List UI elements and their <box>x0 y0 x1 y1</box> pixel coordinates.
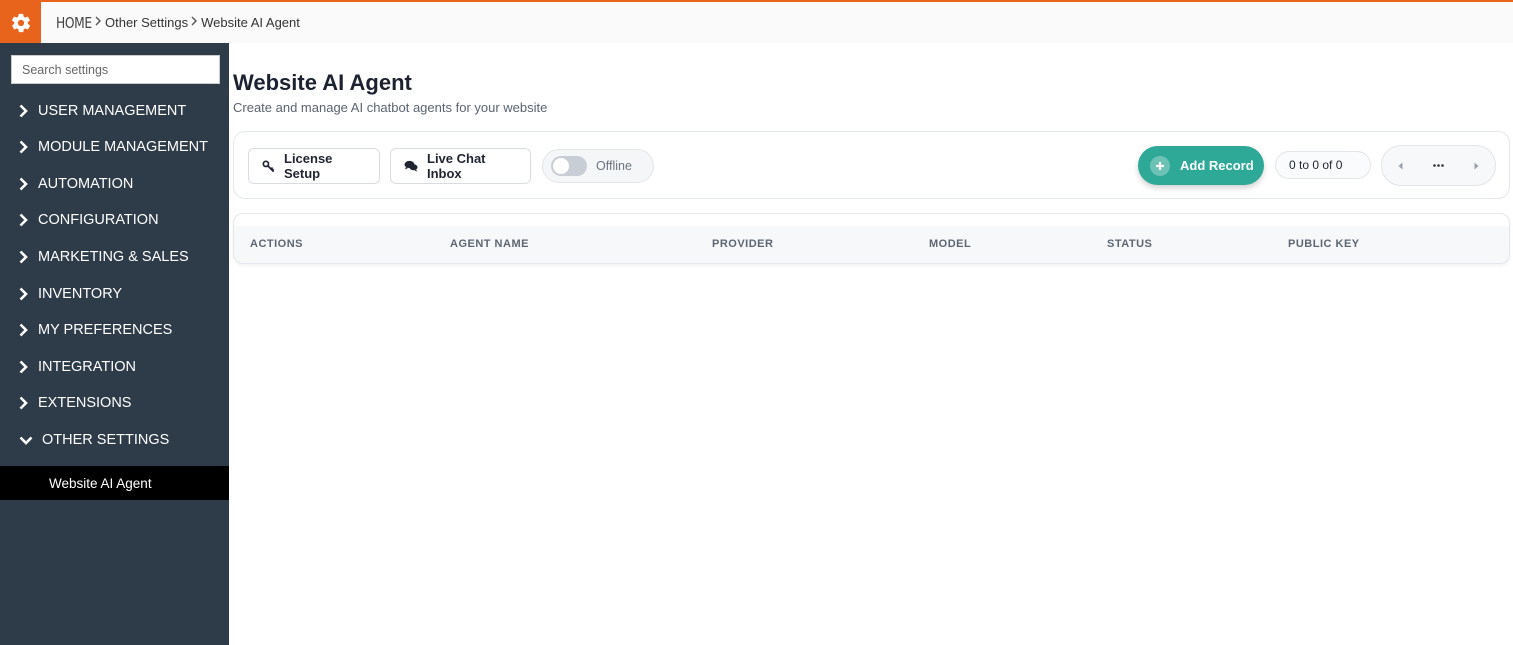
live-chat-inbox-label: Live Chat Inbox <box>427 151 486 181</box>
breadcrumb: HOME Other Settings Website AI Agent <box>56 2 300 43</box>
sidebar-item-label: MARKETING & SALES <box>38 249 189 265</box>
breadcrumb-home[interactable]: HOME <box>56 14 92 32</box>
sidebar-item-other-settings[interactable]: OTHER SETTINGS <box>0 422 229 458</box>
add-record-label: Add Record <box>1180 158 1254 173</box>
agents-table: ACTIONS AGENT NAME PROVIDER MODEL STATUS… <box>233 213 1510 264</box>
plus-circle-icon <box>1150 155 1170 176</box>
top-bar: HOME Other Settings Website AI Agent <box>0 0 1513 43</box>
chevron-right-icon <box>95 16 102 29</box>
sidebar-item-user-management[interactable]: USER MANAGEMENT <box>0 93 229 129</box>
settings-gear-button[interactable] <box>0 2 41 43</box>
chat-bubbles-icon <box>404 160 418 172</box>
breadcrumb-other-settings[interactable]: Other Settings <box>105 15 188 30</box>
more-pages-icon[interactable] <box>1433 164 1444 167</box>
toolbar: License Setup Live Chat Inbox Offline Ad… <box>233 131 1510 199</box>
column-header-actions[interactable]: ACTIONS <box>250 238 303 250</box>
toggle-knob <box>553 158 569 174</box>
sidebar-item-label: EXTENSIONS <box>38 395 132 411</box>
chevron-right-icon <box>0 323 38 337</box>
column-header-status[interactable]: STATUS <box>1107 238 1152 250</box>
sidebar-item-label: OTHER SETTINGS <box>42 432 170 448</box>
sidebar-item-label: MODULE MANAGEMENT <box>38 139 208 155</box>
chevron-right-icon <box>0 177 38 191</box>
sidebar-item-automation[interactable]: AUTOMATION <box>0 166 229 202</box>
license-setup-button[interactable]: License Setup <box>248 148 380 184</box>
sidebar: USER MANAGEMENT MODULE MANAGEMENT AUTOMA… <box>0 43 229 645</box>
sidebar-item-label: MY PREFERENCES <box>38 322 173 338</box>
sidebar-item-my-preferences[interactable]: MY PREFERENCES <box>0 312 229 348</box>
gear-icon <box>11 13 30 32</box>
chevron-right-icon <box>0 360 38 374</box>
sidebar-item-extensions[interactable]: EXTENSIONS <box>0 385 229 421</box>
column-header-public-key[interactable]: PUBLIC KEY <box>1288 238 1360 250</box>
chevron-right-icon <box>0 250 38 264</box>
license-setup-label: License Setup <box>284 151 333 181</box>
column-header-agent-name[interactable]: AGENT NAME <box>450 238 529 250</box>
sidebar-item-module-management[interactable]: MODULE MANAGEMENT <box>0 129 229 165</box>
chevron-right-icon <box>0 287 38 301</box>
page-subtitle: Create and manage AI chatbot agents for … <box>233 100 548 115</box>
previous-page-icon[interactable] <box>1398 162 1403 170</box>
add-record-button[interactable]: Add Record <box>1138 146 1264 185</box>
sidebar-item-label: INTEGRATION <box>38 359 137 375</box>
sidebar-item-inventory[interactable]: INVENTORY <box>0 276 229 312</box>
record-count: 0 to 0 of 0 <box>1275 151 1371 179</box>
key-icon <box>262 159 275 173</box>
status-label: Offline <box>596 159 632 173</box>
chevron-right-icon <box>0 396 38 410</box>
sidebar-subitem-website-ai-agent[interactable]: Website AI Agent <box>0 466 229 500</box>
chevron-down-icon <box>0 436 42 445</box>
sidebar-item-configuration[interactable]: CONFIGURATION <box>0 202 229 238</box>
online-status-toggle[interactable]: Offline <box>542 149 654 183</box>
page-title: Website AI Agent <box>233 70 412 95</box>
chevron-right-icon <box>191 16 198 29</box>
pagination <box>1381 145 1496 186</box>
chevron-right-icon <box>0 140 38 154</box>
sidebar-item-label: CONFIGURATION <box>38 212 159 228</box>
live-chat-inbox-button[interactable]: Live Chat Inbox <box>390 148 531 184</box>
chevron-right-icon <box>0 104 38 118</box>
sidebar-item-label: USER MANAGEMENT <box>38 103 187 119</box>
sidebar-item-integration[interactable]: INTEGRATION <box>0 349 229 385</box>
breadcrumb-current: Website AI Agent <box>201 15 300 30</box>
search-settings-wrapper <box>11 55 220 84</box>
sidebar-item-label: INVENTORY <box>38 286 123 302</box>
column-header-provider[interactable]: PROVIDER <box>712 238 773 250</box>
chevron-right-icon <box>0 213 38 227</box>
column-header-model[interactable]: MODEL <box>929 238 971 250</box>
toggle-switch[interactable] <box>551 156 587 176</box>
sidebar-item-label: AUTOMATION <box>38 176 134 192</box>
search-settings-input[interactable] <box>12 56 219 83</box>
next-page-icon[interactable] <box>1474 162 1479 170</box>
sidebar-item-marketing-sales[interactable]: MARKETING & SALES <box>0 239 229 275</box>
